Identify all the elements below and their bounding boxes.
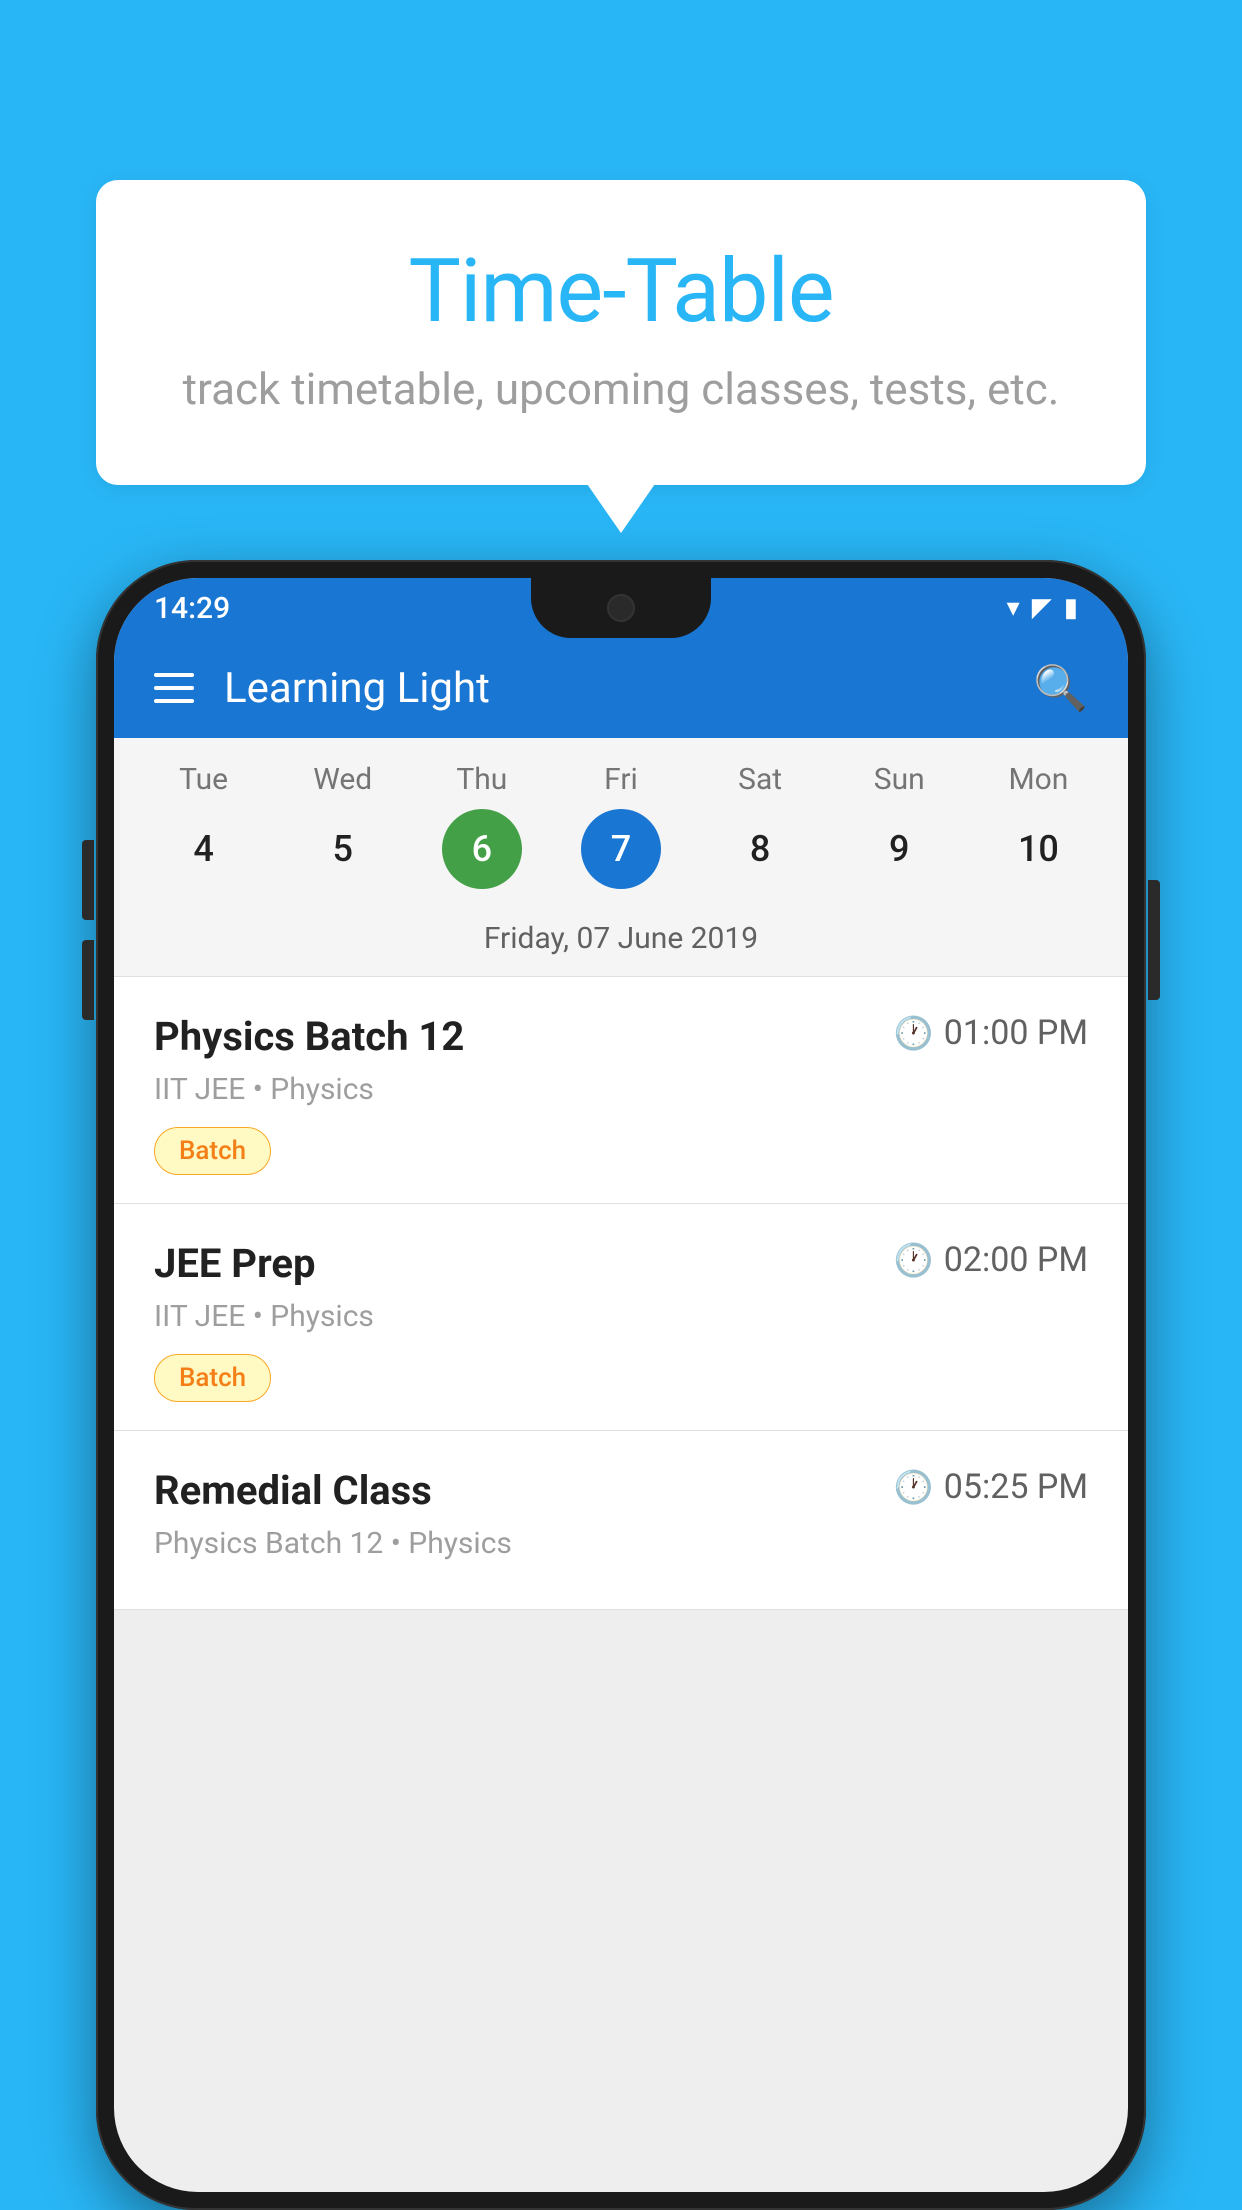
day-label: Wed (313, 762, 372, 797)
schedule-list: Physics Batch 12 🕐 01:00 PM IIT JEE • Physi… (114, 977, 1128, 1610)
schedule-item-1[interactable]: JEE Prep 🕐 02:00 PM IIT JEE • Physics Batch (114, 1204, 1128, 1431)
batch-badge: Batch (154, 1127, 271, 1175)
speech-bubble: Time-Table track timetable, upcoming cla… (96, 180, 1146, 485)
day-number: 9 (859, 809, 939, 889)
schedule-item-2[interactable]: Remedial Class 🕐 05:25 PM Physics Batch 12 … (114, 1431, 1128, 1610)
calendar-day-6[interactable]: Thu 6 (417, 762, 547, 889)
day-label: Mon (1008, 762, 1068, 797)
clock-icon: 🕐 (894, 1468, 934, 1506)
schedule-item-time: 🕐 02:00 PM (894, 1240, 1088, 1280)
day-label: Sat (738, 762, 782, 797)
app-title: Learning Light (224, 664, 1003, 713)
phone-notch (531, 578, 711, 638)
power-button (1148, 880, 1160, 1000)
day-label: Tue (179, 762, 228, 797)
search-icon[interactable]: 🔍 (1033, 662, 1088, 714)
calendar-strip: Tue 4 Wed 5 Thu 6 Fri 7 Sat 8 Sun 9 Mon 10 Friday, 07… (114, 738, 1128, 977)
calendar-day-7[interactable]: Fri 7 (556, 762, 686, 889)
days-row: Tue 4 Wed 5 Thu 6 Fri 7 Sat 8 Sun 9 Mon 10 (114, 762, 1128, 889)
schedule-item-header: JEE Prep 🕐 02:00 PM (154, 1240, 1088, 1287)
menu-line-3 (154, 699, 194, 703)
day-label: Fri (604, 762, 638, 797)
status-time: 14:29 (154, 591, 230, 626)
calendar-day-9[interactable]: Sun 9 (834, 762, 964, 889)
schedule-item-title: JEE Prep (154, 1240, 315, 1287)
day-number: 6 (442, 809, 522, 889)
schedule-item-subtitle: IIT JEE • Physics (154, 1072, 1088, 1107)
phone-wrapper: 14:29 ▾ ◤ ▮ Learning Light 🔍 (96, 560, 1146, 2210)
battery-icon: ▮ (1064, 593, 1078, 623)
schedule-item-title: Remedial Class (154, 1467, 432, 1514)
volume-up-button (82, 840, 94, 920)
wifi-icon: ▾ (1007, 593, 1020, 623)
calendar-day-10[interactable]: Mon 10 (973, 762, 1103, 889)
schedule-item-header: Remedial Class 🕐 05:25 PM (154, 1467, 1088, 1514)
schedule-item-0[interactable]: Physics Batch 12 🕐 01:00 PM IIT JEE • Physi… (114, 977, 1128, 1204)
day-label: Sun (874, 762, 925, 797)
clock-icon: 🕐 (894, 1014, 934, 1052)
time-value: 01:00 PM (944, 1013, 1088, 1053)
schedule-item-header: Physics Batch 12 🕐 01:00 PM (154, 1013, 1088, 1060)
menu-button[interactable] (154, 673, 194, 703)
phone-camera (607, 594, 635, 622)
time-value: 05:25 PM (944, 1467, 1088, 1507)
volume-down-button (82, 940, 94, 1020)
schedule-item-title: Physics Batch 12 (154, 1013, 464, 1060)
selected-date-label: Friday, 07 June 2019 (114, 905, 1128, 977)
time-value: 02:00 PM (944, 1240, 1088, 1280)
schedule-item-time: 🕐 01:00 PM (894, 1013, 1088, 1053)
schedule-item-subtitle: IIT JEE • Physics (154, 1299, 1088, 1334)
calendar-day-8[interactable]: Sat 8 (695, 762, 825, 889)
bubble-title: Time-Table (176, 240, 1066, 343)
menu-line-2 (154, 686, 194, 690)
schedule-item-time: 🕐 05:25 PM (894, 1467, 1088, 1507)
app-bar: Learning Light 🔍 (114, 638, 1128, 738)
day-number: 5 (303, 809, 383, 889)
day-number: 4 (164, 809, 244, 889)
calendar-day-5[interactable]: Wed 5 (278, 762, 408, 889)
clock-icon: 🕐 (894, 1241, 934, 1279)
calendar-day-4[interactable]: Tue 4 (139, 762, 269, 889)
batch-badge: Batch (154, 1354, 271, 1402)
bubble-subtitle: track timetable, upcoming classes, tests… (176, 363, 1066, 415)
day-label: Thu (456, 762, 507, 797)
phone-screen: 14:29 ▾ ◤ ▮ Learning Light 🔍 (114, 578, 1128, 2192)
menu-line-1 (154, 673, 194, 677)
phone-frame: 14:29 ▾ ◤ ▮ Learning Light 🔍 (96, 560, 1146, 2210)
day-number: 8 (720, 809, 800, 889)
day-number: 7 (581, 809, 661, 889)
day-number: 10 (998, 809, 1078, 889)
status-icons: ▾ ◤ ▮ (1007, 593, 1078, 623)
schedule-item-subtitle: Physics Batch 12 • Physics (154, 1526, 1088, 1561)
signal-icon: ◤ (1032, 593, 1052, 623)
